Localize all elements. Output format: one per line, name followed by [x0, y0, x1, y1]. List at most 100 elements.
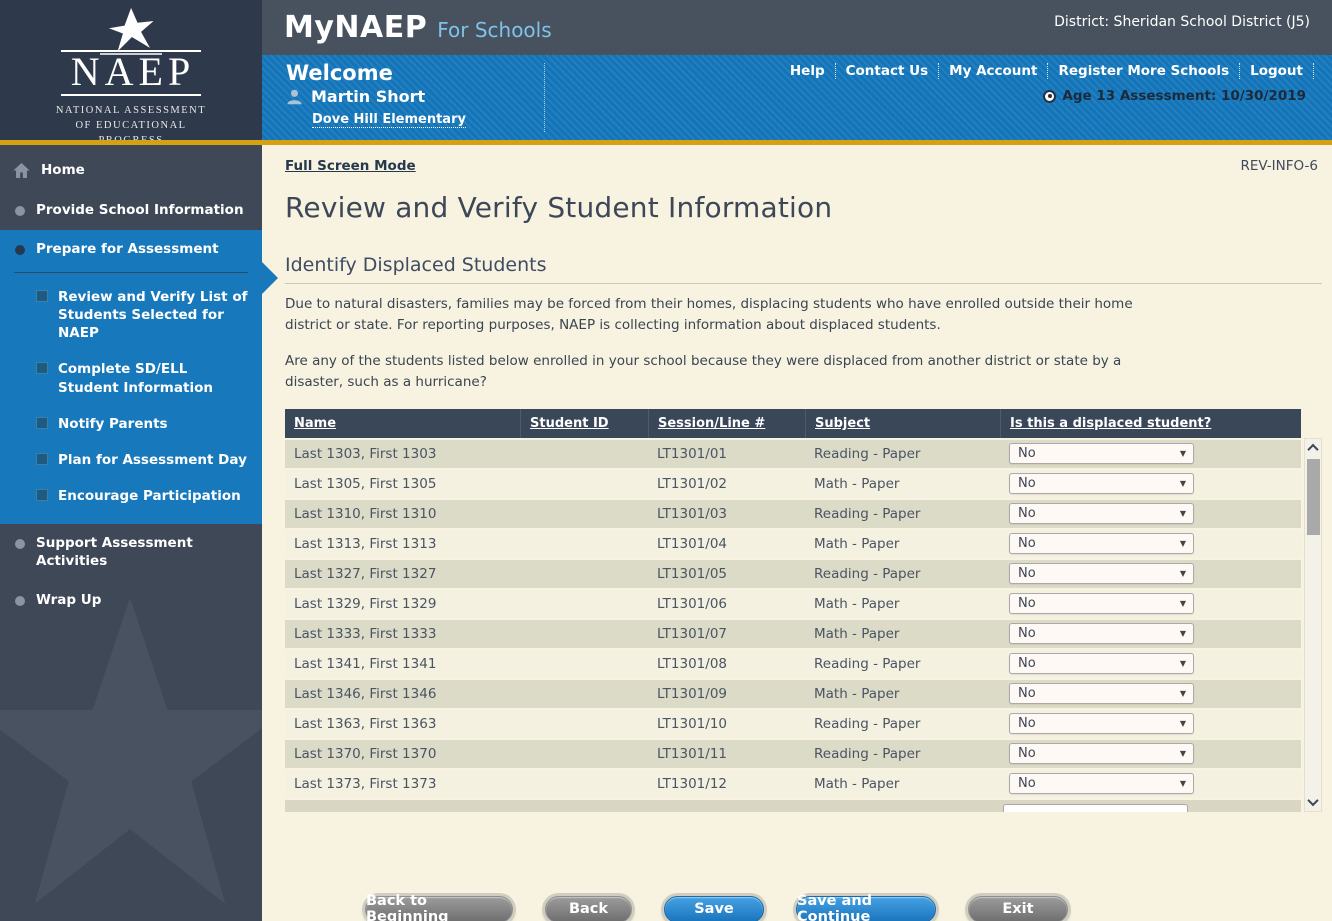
- student-name-cell: Last 1313, First 1313: [285, 536, 520, 552]
- subject-cell: Math - Paper: [805, 626, 1000, 642]
- sidebar-item-home[interactable]: Home: [0, 151, 262, 191]
- logo-text: NAEP: [61, 50, 201, 96]
- sidebar-item-prepare-for-assessment[interactable]: Prepare for Assessment: [0, 230, 262, 270]
- displaced-value: No: [1018, 446, 1036, 461]
- displaced-value: No: [1018, 746, 1036, 761]
- school-link[interactable]: Dove Hill Elementary: [312, 112, 466, 128]
- displaced-dropdown[interactable]: No ▼: [1009, 503, 1194, 524]
- displaced-dropdown[interactable]: No ▼: [1009, 713, 1194, 734]
- sidebar-item-encourage-participation[interactable]: Encourage Participation: [0, 478, 262, 514]
- register-more-schools-link[interactable]: Register More Schools: [1048, 63, 1240, 79]
- table-row: Last 1346, First 1346 LT1301/09 Math - P…: [285, 680, 1301, 708]
- active-item-arrow-icon: [262, 262, 278, 294]
- column-header-session-line[interactable]: Session/Line #: [648, 409, 805, 438]
- column-header-name[interactable]: Name: [285, 409, 520, 438]
- displaced-dropdown[interactable]: No ▼: [1009, 683, 1194, 704]
- displaced-dropdown[interactable]: No ▼: [1009, 563, 1194, 584]
- scroll-up-button[interactable]: [1305, 439, 1321, 457]
- my-account-link[interactable]: My Account: [939, 63, 1048, 79]
- exit-button[interactable]: Exit: [968, 896, 1068, 921]
- logout-link[interactable]: Logout: [1240, 63, 1314, 79]
- session-line-cell: LT1301/03: [648, 506, 805, 522]
- column-header-displaced[interactable]: Is this a displaced student?: [1000, 409, 1301, 438]
- displaced-dropdown[interactable]: No ▼: [1009, 473, 1194, 494]
- bullet-icon: [15, 206, 25, 216]
- column-header-student-id[interactable]: Student ID: [520, 409, 648, 438]
- full-screen-mode-link[interactable]: Full Screen Mode: [285, 158, 416, 174]
- sidebar-item-plan-for-assessment-day[interactable]: Plan for Assessment Day: [0, 442, 262, 478]
- table-row: Last 1333, First 1333 LT1301/07 Math - P…: [285, 620, 1301, 648]
- displaced-dropdown[interactable]: No ▼: [1009, 653, 1194, 674]
- welcome-block: Welcome Martin Short Dove Hill Elementar…: [262, 55, 544, 140]
- sidebar-group-prepare-for-assessment: Prepare for Assessment Review and Verify…: [0, 230, 262, 524]
- scroll-down-button[interactable]: [1305, 793, 1321, 811]
- displaced-value: No: [1018, 776, 1036, 791]
- back-button[interactable]: Back: [545, 896, 632, 921]
- sidebar-item-notify-parents[interactable]: Notify Parents: [0, 406, 262, 442]
- displaced-dropdown[interactable]: [1003, 804, 1188, 812]
- displaced-value: No: [1018, 716, 1036, 731]
- district-label: District: Sheridan School District (J5): [1054, 0, 1310, 30]
- table-row: Last 1373, First 1373 LT1301/12 Math - P…: [285, 770, 1301, 798]
- sidebar-item-complete-sdell[interactable]: Complete SD/ELL Student Information: [0, 351, 262, 405]
- subject-cell: Reading - Paper: [805, 446, 1000, 462]
- sidebar-item-provide-school-information[interactable]: Provide School Information: [0, 191, 262, 231]
- table-row: Last 1341, First 1341 LT1301/08 Reading …: [285, 650, 1301, 678]
- save-button[interactable]: Save: [664, 896, 764, 921]
- chevron-down-icon: [1307, 795, 1318, 806]
- displaced-dropdown[interactable]: No ▼: [1009, 623, 1194, 644]
- table-row: Last 1313, First 1313 LT1301/04 Math - P…: [285, 530, 1301, 558]
- subject-cell: Reading - Paper: [805, 566, 1000, 582]
- student-name-cell: Last 1346, First 1346: [285, 686, 520, 702]
- save-and-continue-button[interactable]: Save and Continue: [796, 896, 936, 921]
- subject-cell: Math - Paper: [805, 476, 1000, 492]
- sidebar-item-review-and-verify[interactable]: Review and Verify List of Students Selec…: [0, 279, 262, 352]
- chevron-down-icon: ▼: [1180, 599, 1186, 608]
- displaced-dropdown[interactable]: No ▼: [1009, 743, 1194, 764]
- assessment-radio-icon: [1043, 90, 1056, 103]
- session-line-cell: LT1301/09: [648, 686, 805, 702]
- subject-cell: Reading - Paper: [805, 746, 1000, 762]
- subject-cell: Math - Paper: [805, 686, 1000, 702]
- displaced-dropdown[interactable]: No ▼: [1009, 593, 1194, 614]
- user-name: Martin Short: [311, 87, 425, 106]
- help-link[interactable]: Help: [780, 63, 836, 79]
- sidebar-item-label: Prepare for Assessment: [36, 241, 219, 259]
- student-name-cell: Last 1370, First 1370: [285, 746, 520, 762]
- chevron-down-icon: ▼: [1180, 749, 1186, 758]
- sidebar-item-label: Review and Verify List of Students Selec…: [58, 288, 250, 343]
- chevron-down-icon: ▼: [1180, 539, 1186, 548]
- bullet-icon: [15, 245, 25, 255]
- sidebar-item-label: Complete SD/ELL Student Information: [58, 360, 250, 396]
- displaced-dropdown[interactable]: No ▼: [1009, 443, 1194, 464]
- student-name-cell: Last 1305, First 1305: [285, 476, 520, 492]
- student-name-cell: Last 1303, First 1303: [285, 446, 520, 462]
- brand-subtitle: For Schools: [437, 18, 551, 42]
- column-header-subject[interactable]: Subject: [805, 409, 1000, 438]
- chevron-down-icon: ▼: [1180, 689, 1186, 698]
- subject-cell: Reading - Paper: [805, 716, 1000, 732]
- table-scrollbar[interactable]: [1304, 438, 1322, 812]
- displaced-dropdown[interactable]: No ▼: [1009, 533, 1194, 554]
- session-line-cell: LT1301/06: [648, 596, 805, 612]
- sidebar-item-label: Plan for Assessment Day: [58, 451, 247, 469]
- displaced-value: No: [1018, 626, 1036, 641]
- chevron-down-icon: ▼: [1180, 479, 1186, 488]
- table-row: Last 1310, First 1310 LT1301/03 Reading …: [285, 500, 1301, 528]
- sidebar-item-support-assessment-activities[interactable]: Support Assessment Activities: [0, 524, 262, 581]
- star-watermark: [0, 591, 262, 921]
- divider: [14, 272, 248, 273]
- welcome-band: Welcome Martin Short Dove Hill Elementar…: [262, 55, 1332, 140]
- table-header: Name Student ID Session/Line # Subject I…: [285, 409, 1301, 438]
- header-links: Help Contact Us My Account Register More…: [780, 63, 1314, 79]
- back-to-beginning-button[interactable]: Back to Beginning: [365, 896, 513, 921]
- scrollbar-thumb[interactable]: [1307, 459, 1320, 535]
- displaced-dropdown[interactable]: No ▼: [1009, 773, 1194, 794]
- session-line-cell: LT1301/02: [648, 476, 805, 492]
- brand: MyNAEP For Schools: [284, 10, 552, 45]
- contact-us-link[interactable]: Contact Us: [836, 63, 940, 79]
- displaced-value: No: [1018, 656, 1036, 671]
- sidebar-item-label: Encourage Participation: [58, 487, 241, 505]
- displaced-value: No: [1018, 536, 1036, 551]
- user-icon: [286, 88, 303, 105]
